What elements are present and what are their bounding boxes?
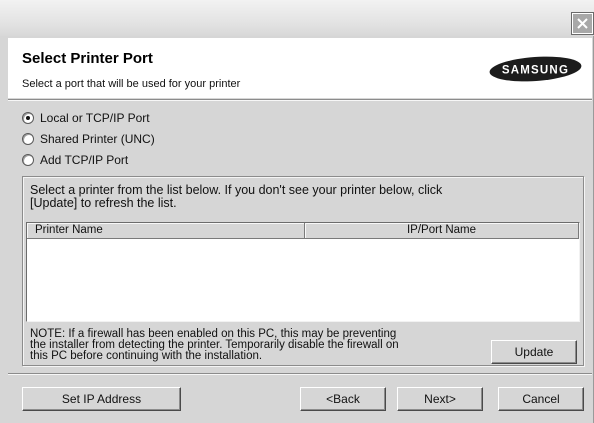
samsung-logo: SAMSUNG [489,56,582,82]
page-subtitle: Select a port that will be used for your… [22,78,241,90]
back-button[interactable]: <Back [300,387,386,411]
title-bar [0,0,594,36]
list-header: Printer Name IP/Port Name [27,223,579,239]
cancel-button[interactable]: Cancel [498,387,584,411]
printer-list[interactable]: Printer Name IP/Port Name [26,222,580,322]
radio-label: Shared Printer (UNC) [40,132,155,146]
column-header-ip-port-name[interactable]: IP/Port Name [305,223,579,239]
logo-text: SAMSUNG [502,65,569,77]
close-button[interactable] [571,12,594,35]
radio-label: Local or TCP/IP Port [40,111,150,125]
footer-divider [8,373,592,375]
update-button[interactable]: Update [491,340,577,364]
set-ip-address-button[interactable]: Set IP Address [22,387,181,411]
next-button[interactable]: Next> [397,387,483,411]
close-icon [577,18,588,29]
column-header-printer-name[interactable]: Printer Name [27,223,305,239]
installer-window: Select Printer Port Select a port that w… [0,0,594,423]
header-panel: Select Printer Port Select a port that w… [8,38,592,98]
printer-list-body[interactable] [27,239,579,321]
radio-indicator[interactable] [22,154,34,166]
radio-add-tcpip-port[interactable]: Add TCP/IP Port [22,152,128,168]
radio-indicator[interactable] [22,112,34,124]
header-divider [8,99,592,101]
radio-local-tcpip-port[interactable]: Local or TCP/IP Port [22,110,150,126]
radio-label: Add TCP/IP Port [40,153,129,167]
page-title: Select Printer Port [22,50,153,67]
radio-shared-printer-unc[interactable]: Shared Printer (UNC) [22,131,155,147]
radio-indicator[interactable] [22,133,34,145]
list-instructions: Select a printer from the list below. If… [30,183,443,210]
firewall-note: NOTE: If a firewall has been enabled on … [30,328,399,362]
